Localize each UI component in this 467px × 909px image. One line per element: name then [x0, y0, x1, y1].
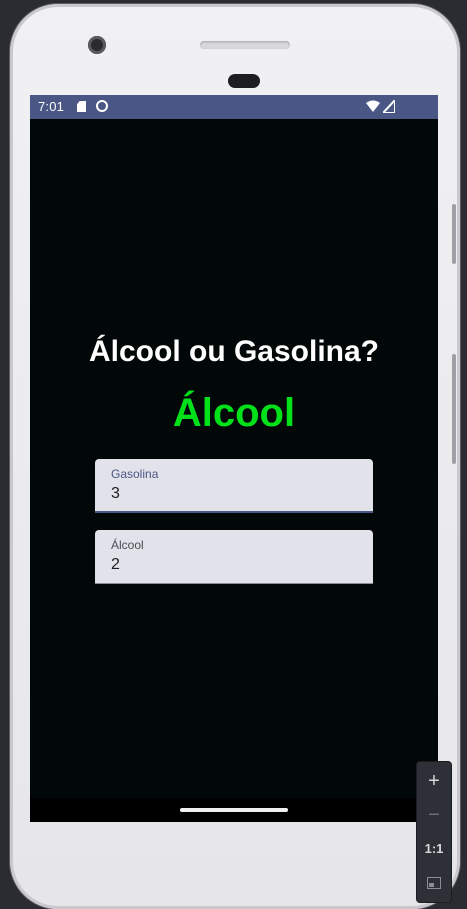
gasolina-field[interactable]: Gasolina 3	[95, 459, 373, 513]
page-title: Álcool ou Gasolina?	[88, 335, 380, 368]
alcool-input[interactable]: 2	[111, 556, 120, 574]
zoom-in-button[interactable]: +	[417, 764, 451, 798]
phone-screen: 7:01 Álcool ou Gasolina? Álcool Gasolina…	[30, 95, 438, 822]
app-notification-icon	[96, 100, 108, 112]
volume-rocker[interactable]	[452, 354, 456, 464]
home-gesture-handle[interactable]	[180, 808, 288, 812]
sd-card-icon	[77, 101, 86, 112]
earpiece-speaker	[200, 41, 290, 49]
power-button[interactable]	[452, 204, 456, 264]
emulator-window: 7:01 Álcool ou Gasolina? Álcool Gasolina…	[0, 0, 467, 909]
gasolina-label: Gasolina	[111, 467, 159, 481]
alcool-field[interactable]: Álcool 2	[95, 530, 373, 584]
front-camera	[88, 36, 106, 54]
fit-screen-button[interactable]	[417, 866, 451, 900]
gasolina-input[interactable]: 3	[111, 485, 120, 503]
status-bar: 7:01	[30, 95, 438, 119]
emulator-zoom-toolbar: + − 1:1	[417, 762, 451, 902]
actual-size-button[interactable]: 1:1	[417, 832, 451, 866]
signal-icon	[383, 100, 395, 113]
navigation-bar	[30, 798, 438, 822]
fit-screen-icon	[427, 877, 441, 889]
wifi-icon	[366, 100, 380, 112]
proximity-sensor	[228, 74, 260, 88]
alcool-label: Álcool	[111, 538, 144, 552]
status-time: 7:01	[38, 99, 65, 114]
zoom-out-button[interactable]: −	[417, 798, 451, 832]
result-text: Álcool	[172, 391, 296, 435]
